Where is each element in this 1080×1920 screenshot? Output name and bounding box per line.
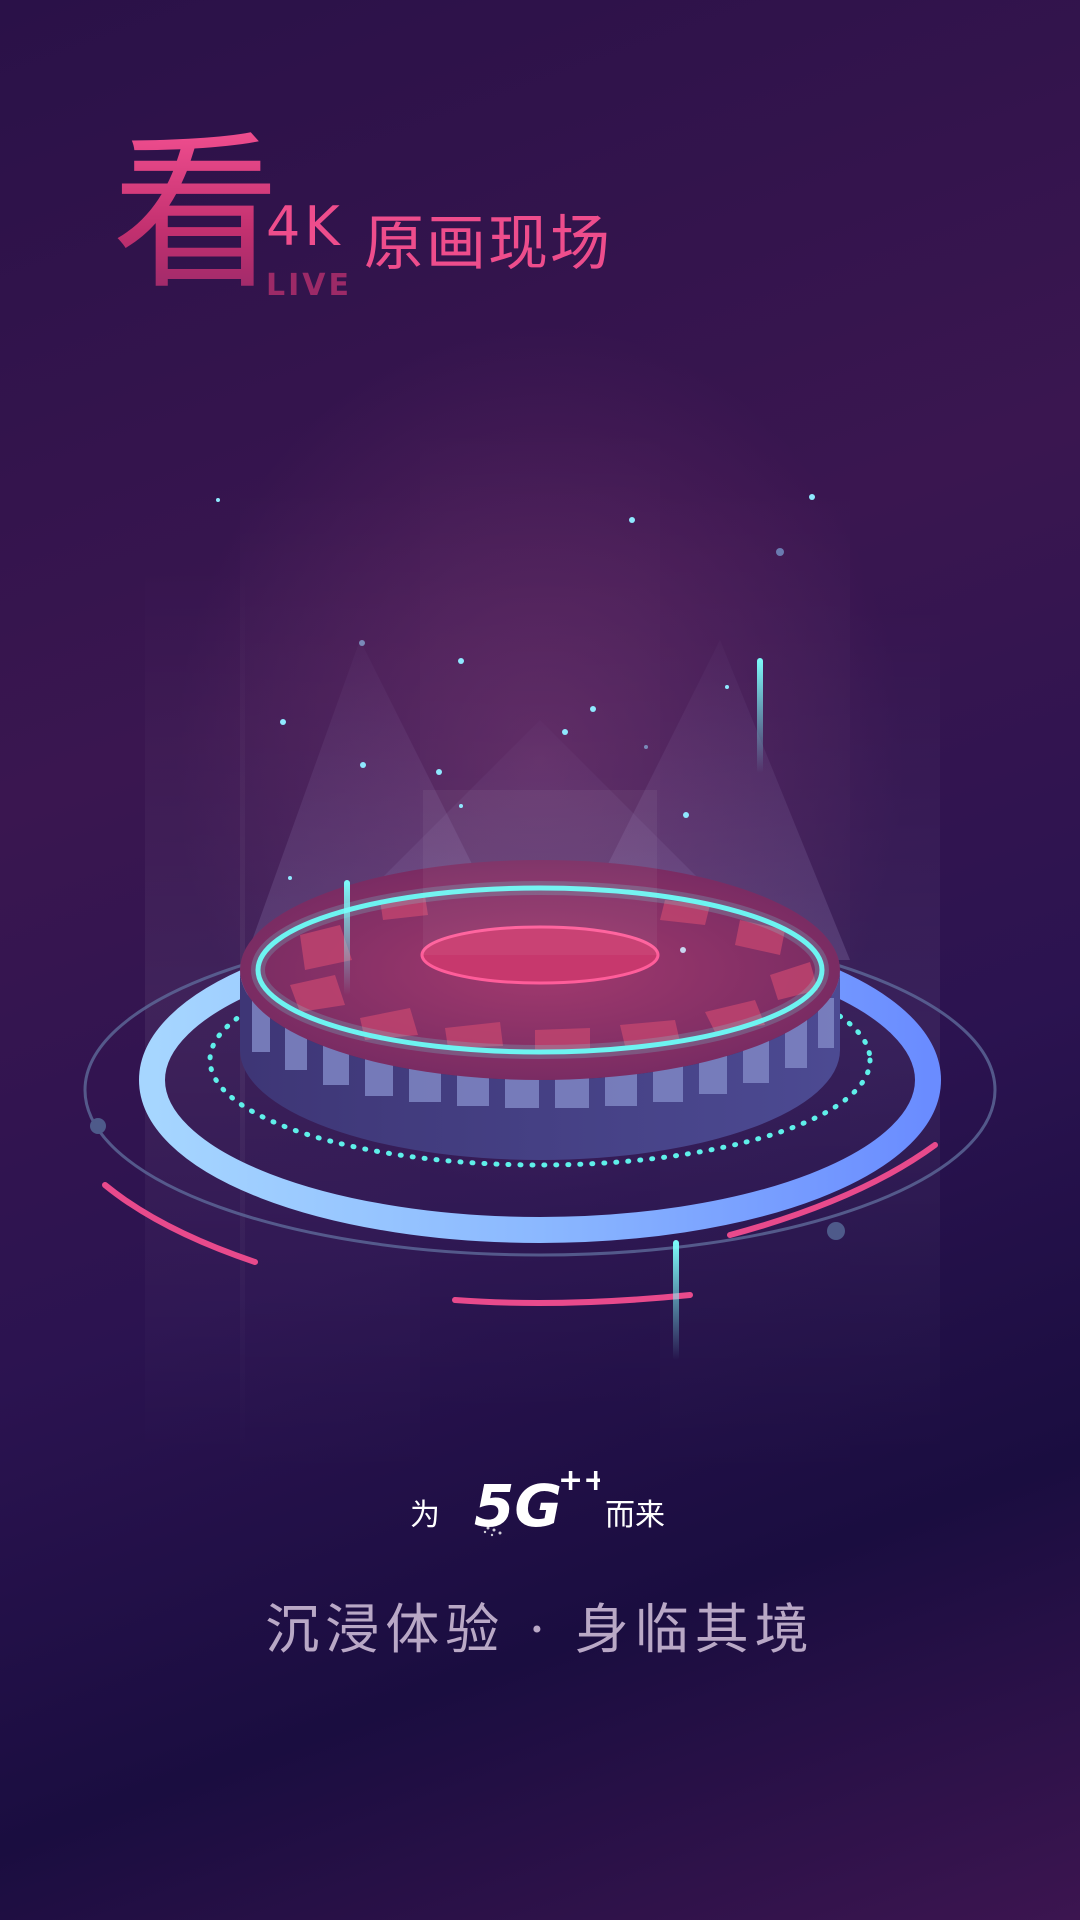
orbit-node-right	[827, 1222, 845, 1240]
orbit-node-left	[90, 1118, 106, 1134]
tagline: 沉浸体验 · 身临其境	[265, 1598, 815, 1661]
cyan-stick-bottom	[673, 1240, 679, 1360]
5g-logo-text: 5G	[474, 1472, 562, 1540]
brand-suffix: 而来	[605, 1498, 665, 1533]
brand-row: 为 5G ++ 而来	[0, 1460, 1080, 1550]
title-original-live: 原画现场	[364, 209, 612, 279]
title-kan-character: 看	[112, 116, 280, 312]
title-4k: 4K	[266, 195, 344, 258]
5g-logo-plus: ++	[558, 1463, 600, 1498]
brand-prefix: 为	[410, 1498, 440, 1533]
5g-plus-logo: 5G ++	[474, 1463, 600, 1540]
cyan-stick-right-top	[757, 658, 763, 773]
cyan-stick-left	[344, 880, 350, 995]
title-live-label: LIVE	[266, 268, 352, 303]
center-beam	[423, 790, 657, 955]
